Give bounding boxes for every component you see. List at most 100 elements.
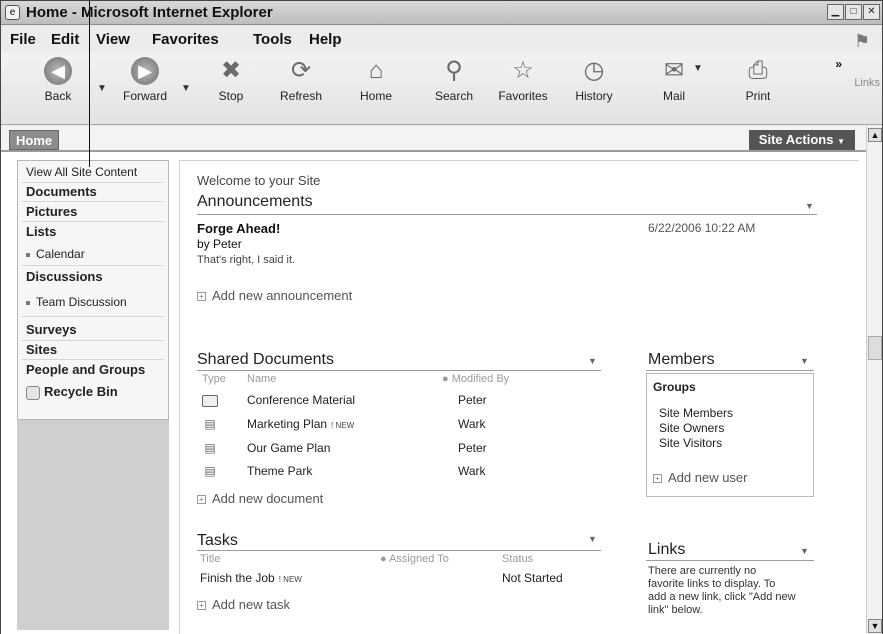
- add-icon: +: [653, 474, 662, 484]
- print-icon: ⎙: [748, 57, 768, 84]
- announcement-title[interactable]: Forge Ahead!: [197, 221, 280, 236]
- menu-help[interactable]: Help: [309, 31, 342, 48]
- forward-label: Forward: [122, 89, 167, 103]
- nav-sites[interactable]: Sites: [26, 342, 57, 357]
- document-modified-by[interactable]: Peter: [458, 393, 487, 407]
- site-actions-menu[interactable]: Site Actions ▼: [748, 130, 855, 150]
- menu-tools[interactable]: Tools: [253, 31, 292, 48]
- refresh-button[interactable]: ⟳ Refresh: [271, 57, 331, 103]
- document-name-label: Marketing Plan: [247, 417, 328, 431]
- add-new-announcement-label: Add new announcement: [212, 288, 353, 303]
- task-title-label: Finish the Job: [200, 571, 275, 585]
- group-site-visitors[interactable]: Site Visitors: [659, 436, 722, 450]
- shared-documents-title[interactable]: Shared Documents: [197, 351, 334, 369]
- column-assigned-to[interactable]: ● Assigned To: [380, 553, 449, 565]
- document-name[interactable]: Theme Park: [247, 464, 312, 478]
- refresh-label: Refresh: [279, 89, 323, 103]
- back-label: Back: [44, 89, 72, 103]
- nav-view-all-content[interactable]: View All Site Content: [26, 165, 137, 179]
- print-button[interactable]: ⎙ Print: [728, 57, 788, 103]
- nav-lists[interactable]: Lists: [26, 224, 56, 239]
- column-name[interactable]: Name: [247, 373, 276, 385]
- title-bar: e Home - Microsoft Internet Explorer ▁ □…: [1, 1, 882, 25]
- nav-documents[interactable]: Documents: [26, 184, 97, 199]
- window-controls: ▁ □ ✕: [827, 4, 880, 20]
- announcements-title[interactable]: Announcements: [197, 193, 313, 211]
- menu-view[interactable]: View: [96, 31, 130, 48]
- nav-team-discussion-label: Team Discussion: [36, 295, 127, 309]
- forward-button[interactable]: ▶ Forward: [115, 57, 175, 103]
- menu-bar: File Edit View Favorites Tools Help: [1, 26, 882, 53]
- vertical-scrollbar[interactable]: ▲ ▼: [866, 126, 882, 634]
- minimize-button[interactable]: ▁: [827, 4, 844, 20]
- announcement-date: 6/22/2006 10:22 AM: [648, 221, 756, 235]
- scroll-up-icon[interactable]: ▲: [868, 128, 882, 142]
- favorites-button[interactable]: ☆ Favorites: [493, 57, 553, 103]
- recycle-bin-icon: [26, 385, 40, 400]
- document-modified-by[interactable]: Wark: [458, 417, 486, 431]
- maximize-button[interactable]: □: [845, 4, 862, 20]
- shared-documents-menu-icon[interactable]: ▼: [588, 356, 597, 366]
- add-new-user-link[interactable]: + Add new user: [653, 470, 748, 485]
- forward-arrow-icon: ▶: [131, 57, 159, 85]
- announcement-body: That's right, I said it.: [197, 254, 296, 266]
- nav-calendar[interactable]: Calendar: [26, 247, 85, 261]
- menu-file[interactable]: File: [10, 31, 36, 48]
- mail-icon: ✉: [663, 57, 685, 84]
- history-button[interactable]: ◷ History: [564, 57, 624, 103]
- links-menu-icon[interactable]: ▼: [800, 546, 809, 556]
- links-empty-text-3: add a new link, click "Add new: [648, 591, 796, 603]
- nav-pictures[interactable]: Pictures: [26, 204, 77, 219]
- menu-favorites[interactable]: Favorites: [152, 31, 219, 48]
- site-top-bar: Home Site Actions ▼: [1, 126, 867, 152]
- nav-surveys[interactable]: Surveys: [26, 322, 77, 337]
- document-name[interactable]: Our Game Plan: [247, 441, 330, 455]
- stop-button[interactable]: ✖ Stop: [201, 57, 261, 103]
- add-new-task-link[interactable]: + Add new task: [197, 597, 290, 612]
- nav-people-and-groups[interactable]: People and Groups: [26, 362, 145, 377]
- nav-divider: [22, 201, 164, 202]
- members-title[interactable]: Members: [648, 351, 715, 369]
- links-empty-text-1: There are currently no: [648, 565, 757, 577]
- back-button[interactable]: ◀ Back: [28, 57, 88, 103]
- toolbar-overflow-button[interactable]: »: [835, 57, 842, 71]
- document-modified-by[interactable]: Peter: [458, 441, 487, 455]
- chevron-down-icon: ▼: [837, 137, 845, 146]
- nav-discussions[interactable]: Discussions: [26, 269, 103, 284]
- forward-dropdown-icon[interactable]: ▼: [181, 83, 191, 94]
- links-bar-label[interactable]: Links: [854, 77, 880, 89]
- nav-recycle-bin[interactable]: Recycle Bin: [26, 384, 118, 400]
- scroll-down-icon[interactable]: ▼: [868, 619, 882, 633]
- column-status[interactable]: Status: [502, 553, 533, 565]
- shared-documents-divider: [197, 370, 601, 371]
- group-site-owners[interactable]: Site Owners: [659, 421, 724, 435]
- column-title[interactable]: Title: [200, 553, 220, 565]
- column-modified-by[interactable]: ● Modified By: [442, 373, 509, 385]
- announcements-menu-icon[interactable]: ▼: [805, 201, 814, 211]
- tasks-menu-icon[interactable]: ▼: [588, 534, 597, 544]
- nav-team-discussion[interactable]: Team Discussion: [26, 295, 127, 309]
- document-modified-by[interactable]: Wark: [458, 464, 486, 478]
- task-title[interactable]: Finish the Job! NEW: [200, 571, 302, 585]
- search-button[interactable]: ⚲ Search: [424, 57, 484, 103]
- tab-home[interactable]: Home: [9, 130, 60, 150]
- document-name[interactable]: Marketing Plan! NEW: [247, 417, 354, 431]
- add-icon: +: [197, 292, 206, 302]
- column-type[interactable]: Type: [202, 373, 226, 385]
- main-content: Welcome to your Site Announcements ▼ For…: [179, 160, 859, 634]
- document-name[interactable]: Conference Material: [247, 393, 355, 407]
- add-new-announcement-link[interactable]: + Add new announcement: [197, 288, 352, 303]
- home-button[interactable]: ⌂ Home: [346, 57, 406, 103]
- add-new-document-link[interactable]: + Add new document: [197, 491, 323, 506]
- links-title[interactable]: Links: [648, 541, 685, 559]
- close-button[interactable]: ✕: [863, 4, 880, 20]
- search-label: Search: [434, 89, 474, 103]
- group-site-members[interactable]: Site Members: [659, 406, 733, 420]
- back-dropdown-icon[interactable]: ▼: [97, 83, 107, 94]
- tasks-title[interactable]: Tasks: [197, 532, 238, 550]
- menu-edit[interactable]: Edit: [51, 31, 79, 48]
- refresh-icon: ⟳: [290, 57, 312, 84]
- members-menu-icon[interactable]: ▼: [800, 356, 809, 366]
- scroll-thumb[interactable]: [868, 336, 882, 360]
- mail-dropdown-icon[interactable]: ▼: [693, 63, 703, 74]
